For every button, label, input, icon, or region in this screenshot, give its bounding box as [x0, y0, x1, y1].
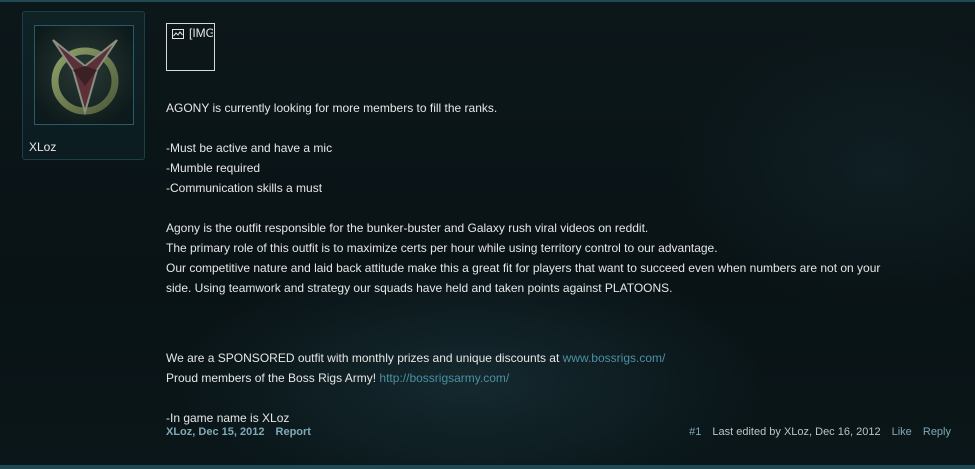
- sponsor-text: We are a SPONSORED outfit with monthly p…: [166, 351, 563, 365]
- requirement-line: -Must be active and have a mic: [166, 141, 333, 155]
- post-message: AGONY is currently looking for more memb…: [166, 98, 956, 428]
- post-meta: XLoz, Dec 15, 2012 Report: [166, 426, 311, 438]
- sponsor-line: We are a SPONSORED outfit with monthly p…: [166, 348, 956, 368]
- last-edited-text: Last edited by XLoz, Dec 16, 2012: [712, 426, 881, 438]
- army-link[interactable]: http://bossrigsarmy.com/: [379, 371, 509, 385]
- image-alt-text: [IMG]: [189, 26, 213, 40]
- requirement-line: -Communication skills a must: [166, 181, 323, 195]
- username[interactable]: XLoz: [29, 140, 56, 154]
- about-line: The primary role of this outfit is to ma…: [166, 241, 718, 255]
- about-line: side. Using teamwork and strategy our sq…: [166, 281, 673, 295]
- requirement-line: -Mumble required: [166, 161, 261, 175]
- broken-image-icon: [172, 29, 184, 39]
- post-number-link[interactable]: #1: [689, 426, 701, 438]
- army-line: Proud members of the Boss Rigs Army! htt…: [166, 368, 956, 388]
- ign-line: -In game name is XLoz: [166, 411, 290, 425]
- army-text: Proud members of the Boss Rigs Army!: [166, 371, 380, 385]
- sponsor-link[interactable]: www.bossrigs.com/: [563, 351, 666, 365]
- avatar[interactable]: [34, 25, 134, 125]
- about-line: Agony is the outfit responsible for the …: [166, 221, 649, 235]
- bottom-divider: [0, 465, 975, 469]
- like-link[interactable]: Like: [892, 426, 912, 438]
- about-line: Our competitive nature and laid back att…: [166, 261, 881, 275]
- reply-link[interactable]: Reply: [923, 426, 951, 438]
- top-divider: [0, 0, 975, 2]
- user-info-panel: XLoz: [22, 11, 145, 160]
- post-author-date[interactable]: XLoz, Dec 15, 2012: [166, 426, 264, 438]
- message-intro: AGONY is currently looking for more memb…: [166, 101, 498, 115]
- broken-image-placeholder: [IMG]: [166, 23, 215, 71]
- outfit-emblem-icon: [35, 26, 133, 124]
- report-link[interactable]: Report: [276, 426, 311, 438]
- post-actions: #1 Last edited by XLoz, Dec 16, 2012 Lik…: [681, 426, 951, 438]
